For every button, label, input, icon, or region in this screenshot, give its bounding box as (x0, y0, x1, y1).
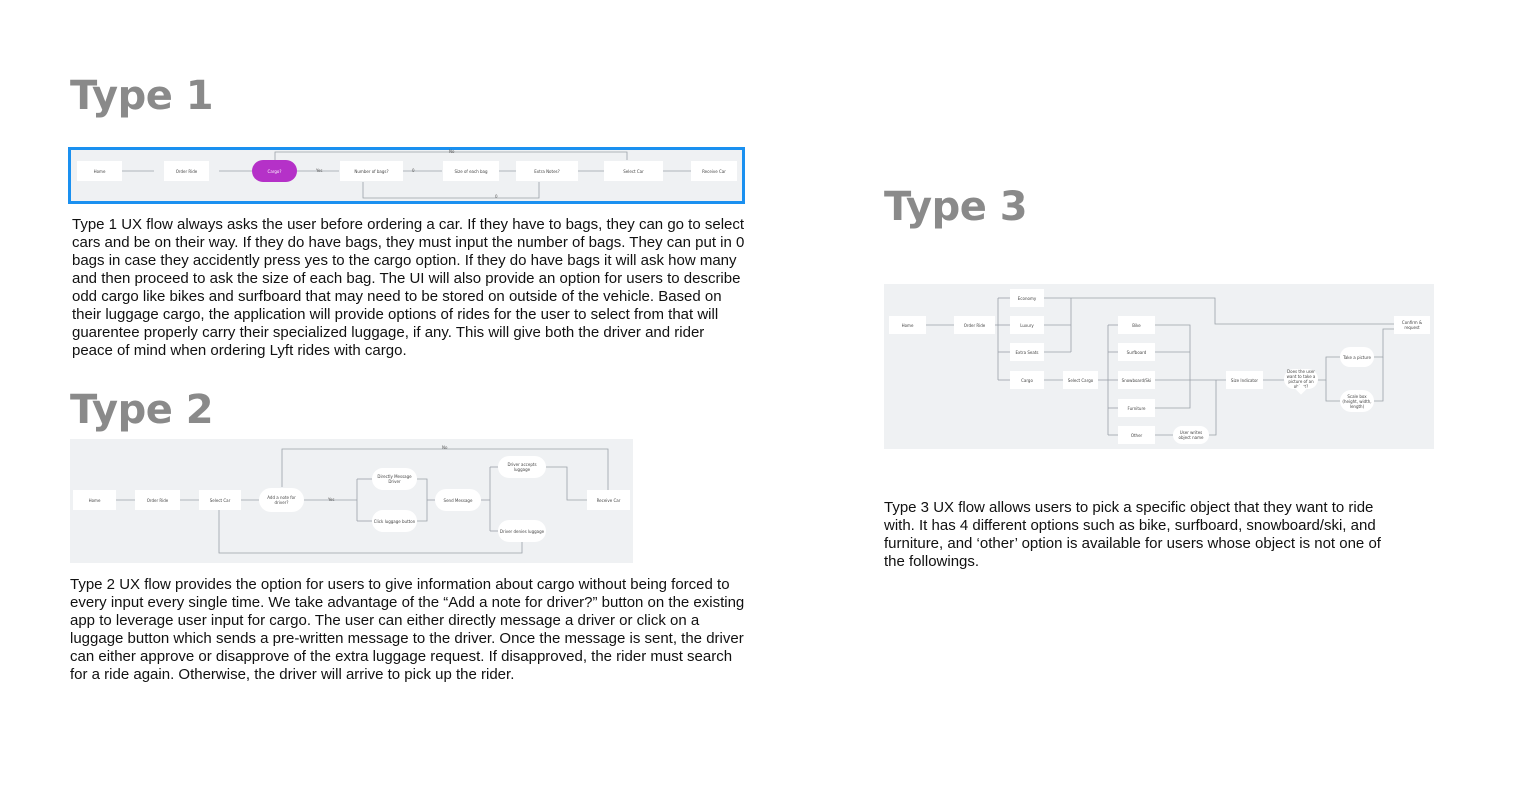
t2-edge-yes: Yes (328, 497, 335, 502)
t1-node-size-of-each-bag: Size of each bag (443, 161, 499, 181)
type1-description: Type 1 UX flow always asks the user befo… (72, 216, 745, 359)
t2-node-home: Home (73, 490, 116, 510)
t2-node-select-car: Select Car (199, 490, 241, 510)
t1-edge-bottom: 0 (495, 194, 498, 199)
t2-node-driver-accepts: Driver accepts luggage (498, 456, 546, 478)
t3-node-extra-seats: Extra Seats (1010, 343, 1044, 361)
t3-node-snowboard-ski: Snowboard/Ski (1118, 371, 1155, 389)
type3-heading: Type 3 (884, 184, 1028, 230)
type2-flow-diagram: Home Order Ride Select Car Add a note fo… (70, 439, 633, 563)
t2-node-click-luggage: Click luggage button (372, 510, 417, 532)
t3-node-home: Home (889, 316, 926, 334)
type2-description: Type 2 UX flow provides the option for u… (70, 576, 745, 683)
t2-node-receive-car: Receive Car (587, 490, 630, 510)
t3-node-economy: Economy (1010, 289, 1044, 307)
type1-heading: Type 1 (70, 73, 214, 119)
t2-node-order-ride: Order Ride (135, 490, 180, 510)
type3-flow-diagram: Home Order Ride Economy Luxury Extra Sea… (884, 284, 1434, 449)
t3-node-bike: Bike (1118, 316, 1155, 334)
t1-edge-zero: 0 (412, 168, 415, 173)
t1-node-select-car: Select Car (604, 161, 663, 181)
type3-description: Type 3 UX flow allows users to pick a sp… (884, 499, 1381, 570)
t3-node-user-writes-object-name: User writes object name (1173, 426, 1209, 444)
t3-node-select-cargo: Select Cargo (1063, 371, 1098, 389)
t1-edge-yes: Yes (316, 168, 323, 173)
t3-node-surfboard: Surfboard (1118, 343, 1155, 361)
t2-edge-no: No (442, 445, 448, 450)
t3-node-confirm-request: Confirm & request (1394, 316, 1430, 334)
t1-node-receive-car: Receive Car (691, 161, 737, 181)
t3-node-take-picture: Take a picture (1340, 347, 1374, 367)
t1-node-home: Home (77, 161, 122, 181)
t1-node-order-ride: Order Ride (164, 161, 209, 181)
t1-node-number-of-bags: Number of bags? (340, 161, 403, 181)
t3-node-cargo: Cargo (1010, 371, 1044, 389)
type2-heading: Type 2 (70, 387, 214, 433)
t1-node-cargo: Cargo? (252, 160, 297, 182)
type1-flow-diagram: Home Order Ride Cargo? Number of bags? S… (71, 150, 742, 201)
t1-edge-no: No (449, 149, 455, 154)
t2-node-add-note: Add a note for driver? (259, 488, 304, 512)
t3-node-furniture: Furniture (1118, 399, 1155, 417)
t3-node-luxury: Luxury (1010, 316, 1044, 334)
t2-node-direct-message: Directly Message Driver (372, 468, 417, 490)
t2-node-driver-denies: Driver denies luggage (498, 520, 546, 542)
t3-node-other: Other (1118, 426, 1155, 444)
t3-node-order-ride: Order Ride (954, 316, 995, 334)
t2-node-send-message: Send Message (435, 489, 481, 511)
t3-node-size-indicator: Size Indicator (1226, 371, 1263, 389)
t1-node-extra-notes: Extra Notes? (516, 161, 578, 181)
t3-node-scale-box: Scale box (height, width, length) (1340, 390, 1374, 412)
